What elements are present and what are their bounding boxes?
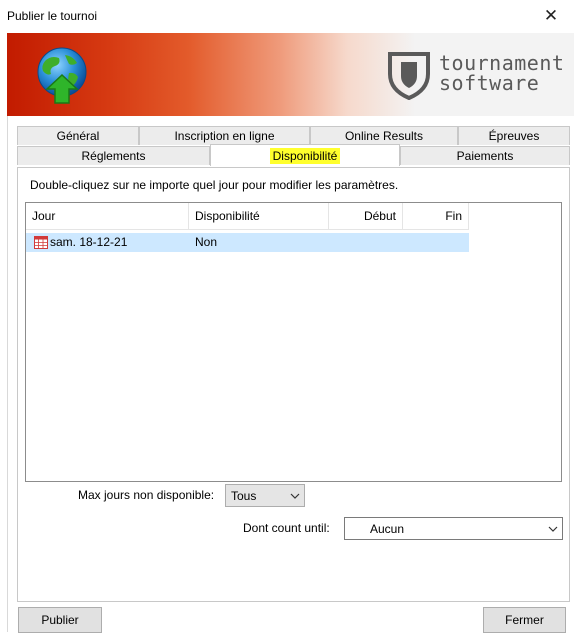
calendar-icon bbox=[34, 236, 48, 249]
title-bar: Publier le tournoi ✕ bbox=[0, 0, 574, 32]
tab-label: Disponibilité bbox=[269, 147, 341, 164]
tab-label: Paiements bbox=[456, 149, 514, 163]
tab-online-results[interactable]: Online Results bbox=[310, 126, 458, 145]
close-button[interactable]: ✕ bbox=[528, 0, 574, 32]
column-debut[interactable]: Début bbox=[329, 203, 403, 230]
tab-disponibilite[interactable]: Disponibilité bbox=[210, 144, 400, 166]
brand-line-2: software bbox=[439, 71, 540, 95]
chevron-down-icon bbox=[290, 493, 300, 499]
publier-button[interactable]: Publier bbox=[18, 607, 102, 633]
dont-count-select[interactable]: Aucun bbox=[344, 517, 563, 540]
tab-strip: Général Inscription en ligne Online Resu… bbox=[17, 126, 570, 168]
tab-reglements[interactable]: Réglements bbox=[17, 146, 210, 165]
tab-label: Inscription en ligne bbox=[174, 129, 275, 143]
tab-paiements[interactable]: Paiements bbox=[400, 146, 570, 165]
column-jour[interactable]: Jour bbox=[26, 203, 189, 230]
availability-list[interactable]: Jour Disponibilité Début Fin sam. 18-12-… bbox=[25, 202, 562, 482]
column-disponibilite[interactable]: Disponibilité bbox=[189, 203, 329, 230]
tab-label: Épreuves bbox=[488, 129, 540, 143]
tab-label: Réglements bbox=[81, 149, 146, 163]
tab-epreuves[interactable]: Épreuves bbox=[458, 126, 570, 145]
tab-label: Online Results bbox=[344, 129, 424, 143]
shield-logo-icon bbox=[388, 52, 430, 100]
tab-general[interactable]: Général bbox=[17, 126, 139, 145]
instructions-text: Double-cliquez sur ne importe quel jour … bbox=[30, 178, 399, 192]
tab-inscription-en-ligne[interactable]: Inscription en ligne bbox=[139, 126, 310, 145]
window-left-border bbox=[7, 116, 8, 632]
max-jours-value: Tous bbox=[231, 489, 257, 503]
tab-label: Général bbox=[56, 129, 100, 143]
table-row[interactable]: sam. 18-12-21 Non bbox=[26, 233, 469, 252]
cell-disponibilite: Non bbox=[195, 235, 218, 249]
dont-count-label: Dont count until: bbox=[243, 521, 330, 535]
cell-jour: sam. 18-12-21 bbox=[50, 235, 128, 249]
max-jours-label: Max jours non disponible: bbox=[78, 488, 215, 502]
brand-line-1: tournament bbox=[439, 51, 565, 75]
window-title: Publier le tournoi bbox=[7, 9, 98, 23]
close-icon: ✕ bbox=[543, 6, 559, 25]
list-header: Jour Disponibilité Début Fin bbox=[26, 203, 469, 230]
globe-upload-icon bbox=[37, 47, 87, 104]
dont-count-value: Aucun bbox=[370, 522, 405, 536]
column-fin[interactable]: Fin bbox=[403, 203, 469, 230]
header-banner: tournament software bbox=[7, 33, 574, 116]
brand-logo-text: tournament software bbox=[439, 53, 564, 93]
chevron-down-icon bbox=[548, 526, 558, 532]
fermer-button[interactable]: Fermer bbox=[483, 607, 566, 633]
max-jours-select[interactable]: Tous bbox=[225, 484, 305, 507]
